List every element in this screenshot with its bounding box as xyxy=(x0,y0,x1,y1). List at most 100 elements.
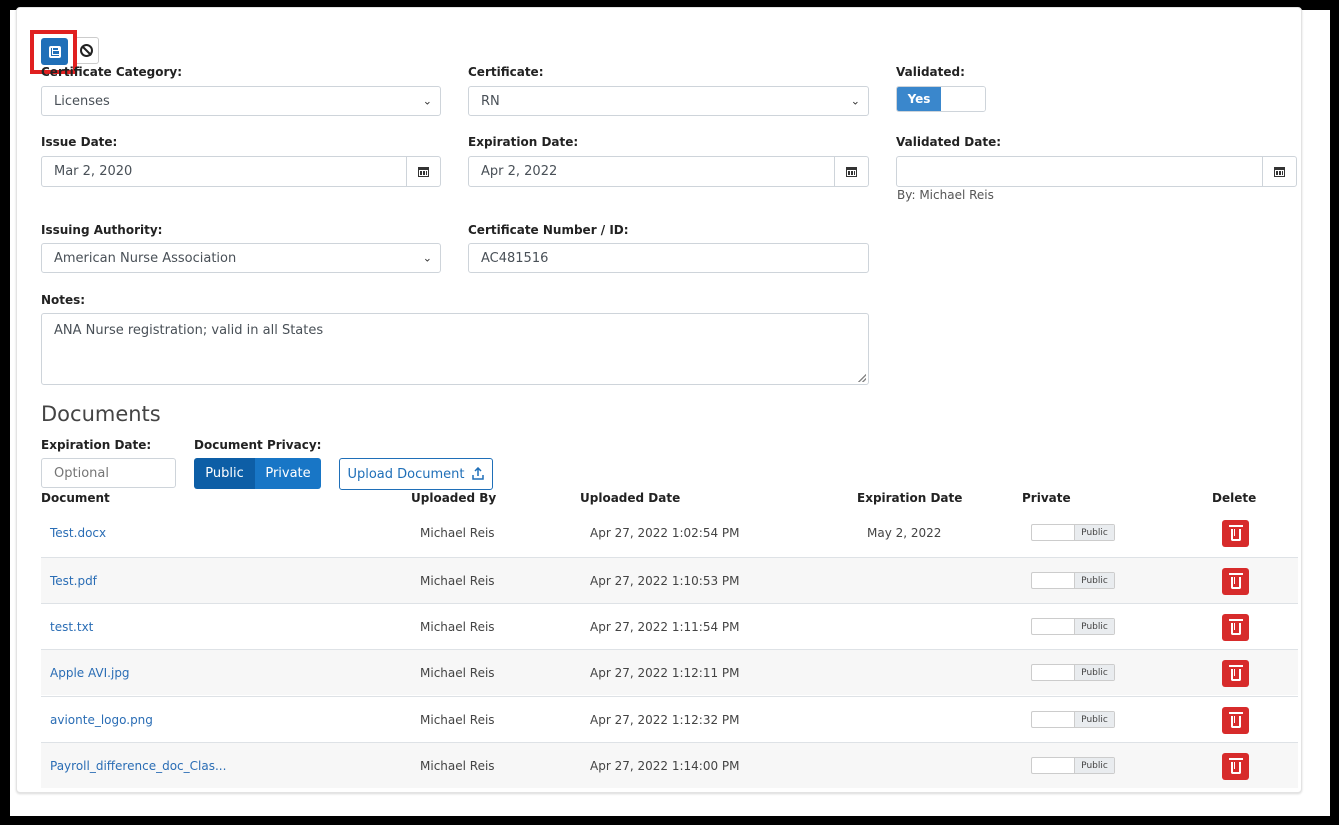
privacy-toggle[interactable]: Public xyxy=(1031,618,1115,635)
issue-date-value: Mar 2, 2020 xyxy=(54,164,133,179)
certificate-value: RN xyxy=(481,93,500,109)
calendar-icon xyxy=(418,166,429,177)
validated-toggle-on: Yes xyxy=(897,87,941,111)
issuing-authority-select[interactable]: American Nurse Association ⌄ xyxy=(41,243,441,273)
upload-document-button[interactable]: Upload Document xyxy=(339,458,493,490)
delete-button[interactable] xyxy=(1222,753,1249,780)
privacy-toggle-track xyxy=(1032,758,1074,773)
table-row: test.txt Michael Reis Apr 27, 2022 1:11:54… xyxy=(41,603,1298,649)
uploaded-date: Apr 27, 2022 1:02:54 PM xyxy=(590,526,740,540)
uploaded-by: Michael Reis xyxy=(420,666,495,680)
delete-button[interactable] xyxy=(1222,614,1249,641)
certificate-label: Certificate: xyxy=(468,65,544,79)
notes-label: Notes: xyxy=(41,293,86,307)
privacy-toggle-label: Public xyxy=(1074,712,1114,727)
ban-icon xyxy=(80,44,93,57)
uploaded-date: Apr 27, 2022 1:12:11 PM xyxy=(590,666,740,680)
privacy-public-button[interactable]: Public xyxy=(194,458,255,489)
document-link[interactable]: test.txt xyxy=(50,604,93,650)
delete-button[interactable] xyxy=(1222,520,1249,547)
privacy-toggle[interactable]: Public xyxy=(1031,664,1115,681)
validated-label: Validated: xyxy=(896,65,965,79)
table-row: Payroll_difference_doc_Clas... Michael Re… xyxy=(41,742,1298,788)
privacy-toggle[interactable]: Public xyxy=(1031,757,1115,774)
col-uploaded-by: Uploaded By xyxy=(411,491,497,505)
col-private: Private xyxy=(1022,491,1071,505)
uploaded-by: Michael Reis xyxy=(420,713,495,727)
col-uploaded-date: Uploaded Date xyxy=(580,491,681,505)
privacy-private-button[interactable]: Private xyxy=(255,458,321,489)
upload-icon xyxy=(471,467,484,480)
document-link[interactable]: avionte_logo.png xyxy=(50,697,153,743)
upload-document-label: Upload Document xyxy=(347,466,465,482)
doc-expiration-label: Expiration Date: xyxy=(41,438,152,452)
certificate-category-select[interactable]: Licenses ⌄ xyxy=(41,86,441,116)
validated-by-text: By: Michael Reis xyxy=(897,188,994,202)
document-link[interactable]: Test.docx xyxy=(50,510,106,556)
expiration-date-value: Apr 2, 2022 xyxy=(481,164,558,179)
delete-button[interactable] xyxy=(1222,568,1249,595)
table-row: Test.pdf Michael Reis Apr 27, 2022 1:10:53… xyxy=(41,557,1298,603)
trash-icon xyxy=(1228,758,1243,774)
issue-date-calendar-button[interactable] xyxy=(406,157,440,186)
delete-button[interactable] xyxy=(1222,660,1249,687)
uploaded-by: Michael Reis xyxy=(420,574,495,588)
certificate-number-label: Certificate Number / ID: xyxy=(468,223,629,237)
trash-icon xyxy=(1228,525,1243,541)
privacy-toggle-label: Public xyxy=(1074,758,1114,773)
validated-date-label: Validated Date: xyxy=(896,135,1002,149)
validated-date-input[interactable] xyxy=(896,156,1297,187)
table-row: avionte_logo.png Michael Reis Apr 27, 2022… xyxy=(41,696,1298,742)
validated-date-calendar-button[interactable] xyxy=(1262,157,1296,186)
cancel-button[interactable] xyxy=(74,37,99,64)
issue-date-input[interactable]: Mar 2, 2020 xyxy=(41,156,441,187)
validated-toggle-off xyxy=(941,87,985,111)
trash-icon xyxy=(1228,712,1243,728)
expiration-date: May 2, 2022 xyxy=(867,526,942,540)
documents-heading: Documents xyxy=(41,402,161,426)
expiration-date-calendar-button[interactable] xyxy=(834,157,868,186)
col-expiration-date: Expiration Date xyxy=(857,491,963,505)
delete-button[interactable] xyxy=(1222,707,1249,734)
expiration-date-input[interactable]: Apr 2, 2022 xyxy=(468,156,869,187)
trash-icon xyxy=(1228,619,1243,635)
table-row: Test.docx Michael Reis Apr 27, 2022 1:02:5… xyxy=(41,510,1298,556)
doc-privacy-segmented: Public Private xyxy=(194,458,321,489)
privacy-toggle[interactable]: Public xyxy=(1031,524,1115,541)
uploaded-date: Apr 27, 2022 1:14:00 PM xyxy=(590,759,740,773)
uploaded-by: Michael Reis xyxy=(420,526,495,540)
chevron-down-icon: ⌄ xyxy=(422,94,432,108)
uploaded-date: Apr 27, 2022 1:12:32 PM xyxy=(590,713,740,727)
certificate-category-label: Certificate Category: xyxy=(41,65,183,79)
privacy-toggle-label: Public xyxy=(1074,573,1114,588)
doc-expiration-input[interactable] xyxy=(41,458,176,488)
calendar-icon xyxy=(1274,166,1285,177)
notes-value: ANA Nurse registration; valid in all Sta… xyxy=(54,323,324,338)
document-link[interactable]: Apple AVI.jpg xyxy=(50,650,130,696)
privacy-toggle-track xyxy=(1032,573,1074,588)
chevron-down-icon: ⌄ xyxy=(422,251,432,265)
privacy-toggle[interactable]: Public xyxy=(1031,572,1115,589)
certificate-number-input[interactable]: AC481516 xyxy=(468,243,869,273)
privacy-toggle-track xyxy=(1032,525,1074,540)
chevron-down-icon: ⌄ xyxy=(850,94,860,108)
certificate-select[interactable]: RN ⌄ xyxy=(468,86,869,116)
col-document: Document xyxy=(41,491,110,505)
notes-textarea[interactable]: ANA Nurse registration; valid in all Sta… xyxy=(41,313,869,385)
calendar-icon xyxy=(846,166,857,177)
doc-privacy-label: Document Privacy: xyxy=(194,438,322,452)
table-row: Apple AVI.jpg Michael Reis Apr 27, 2022 1:… xyxy=(41,649,1298,695)
trash-icon xyxy=(1228,573,1243,589)
certificate-category-value: Licenses xyxy=(54,93,110,109)
validated-toggle[interactable]: Yes xyxy=(896,86,986,112)
issue-date-label: Issue Date: xyxy=(41,135,118,149)
col-delete: Delete xyxy=(1212,491,1257,505)
issuing-authority-value: American Nurse Association xyxy=(54,250,237,266)
resize-handle[interactable] xyxy=(858,374,866,382)
issuing-authority-label: Issuing Authority: xyxy=(41,223,163,237)
document-link[interactable]: Payroll_difference_doc_Clas... xyxy=(50,743,226,789)
document-link[interactable]: Test.pdf xyxy=(50,558,97,604)
expiration-date-label: Expiration Date: xyxy=(468,135,579,149)
privacy-toggle[interactable]: Public xyxy=(1031,711,1115,728)
privacy-toggle-label: Public xyxy=(1074,619,1114,634)
